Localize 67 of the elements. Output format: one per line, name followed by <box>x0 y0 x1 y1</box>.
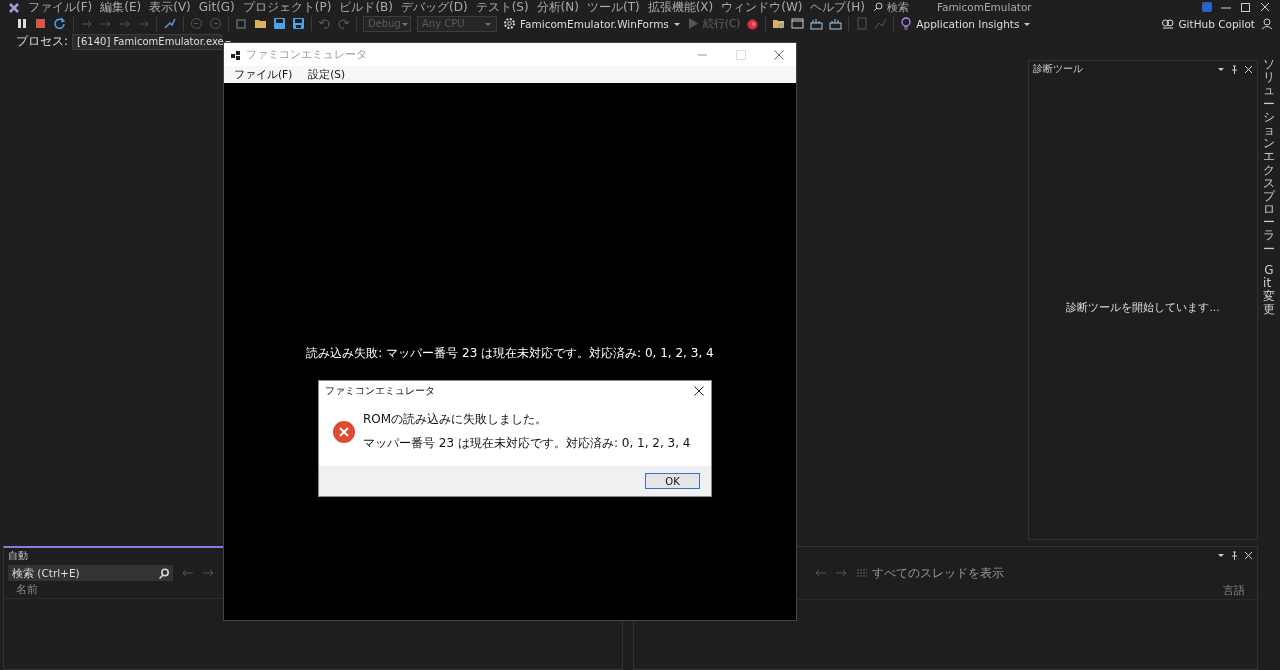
lightbulb-icon <box>900 17 913 30</box>
copilot-icon <box>1161 17 1175 30</box>
list-icon <box>856 568 868 578</box>
show-all-threads-button[interactable]: すべてのスレッドを表示 <box>856 564 1004 582</box>
menu-item[interactable]: ウィンドウ(W) <box>721 0 803 14</box>
stop-icon[interactable] <box>34 17 47 30</box>
solution-name: FamicomEmulator <box>936 0 1032 14</box>
dialog-title: ファミコンエミュレータ <box>325 384 435 398</box>
pin-icon[interactable] <box>1230 64 1239 74</box>
menu-item[interactable]: ビルド(B) <box>339 0 393 14</box>
menu-item[interactable]: 設定(S) <box>308 67 346 82</box>
error-icon <box>333 420 355 443</box>
play-icon <box>686 17 699 30</box>
hot-reload-icon[interactable] <box>163 17 177 30</box>
pause-icon[interactable] <box>16 17 28 30</box>
side-tab[interactable]: Git 変更 <box>1263 263 1275 317</box>
application-insights-button[interactable]: Application Insights <box>900 17 1032 30</box>
column-header: 名前 <box>16 583 38 597</box>
flame-icon[interactable] <box>746 17 760 30</box>
status-message: 読み込み失敗: マッパー番号 23 は現在未対応です。対応済み: 0, 1, 2, 3, 4 <box>306 345 714 361</box>
menu-item[interactable]: 表示(V) <box>149 0 191 14</box>
menu-item[interactable]: デバッグ(D) <box>401 0 468 14</box>
ok-button[interactable]: OK <box>645 473 700 489</box>
menu-item[interactable]: プロジェクト(P) <box>242 0 332 14</box>
menu-item[interactable]: ファイル(F) <box>28 0 93 14</box>
search-button[interactable]: 検索 <box>872 0 909 14</box>
search-icon <box>157 567 169 579</box>
undo-icon[interactable] <box>318 17 331 30</box>
side-tab[interactable]: ソリューションエクスプローラー <box>1263 58 1275 256</box>
process-label: プロセス: <box>16 33 69 50</box>
menu-item[interactable]: ヘルプ(H) <box>810 0 865 14</box>
close-icon[interactable] <box>694 386 704 396</box>
panel-title: 診断ツール <box>1033 62 1083 76</box>
copilot-button[interactable]: GitHub Copilot <box>1161 17 1255 30</box>
dialog-message: ROMの読み込みに失敗しました。 <box>363 411 549 428</box>
column-header: 言語 <box>1223 584 1245 598</box>
restart-icon[interactable] <box>53 17 67 30</box>
chart-icon[interactable] <box>810 17 824 30</box>
search-field[interactable]: 検索 (Ctrl+E) <box>8 565 153 581</box>
folder-search-icon[interactable] <box>772 17 786 30</box>
menu-item[interactable]: テスト(S) <box>475 0 529 14</box>
menu-item[interactable]: Git(G) <box>198 0 235 14</box>
menu-item[interactable]: ファイル(F) <box>234 67 293 82</box>
menu-item[interactable]: 拡張機能(X) <box>647 0 714 14</box>
menu-item[interactable]: 分析(N) <box>536 0 579 14</box>
startup-project-button[interactable]: FamicomEmulator.WinForms <box>503 17 681 30</box>
window-title: ファミコンエミュレータ <box>246 47 367 62</box>
panel-title: 自動 <box>8 549 28 563</box>
folder-icon[interactable] <box>254 17 267 30</box>
app-icon <box>231 49 240 60</box>
app-logo-icon <box>8 1 20 13</box>
maximize-icon[interactable] <box>1240 2 1252 12</box>
status-message: 診断ツールを開始しています... <box>1066 301 1220 315</box>
gear-icon <box>503 17 516 30</box>
menu-item[interactable]: 編集(E) <box>100 0 142 14</box>
chart-icon[interactable] <box>829 17 843 30</box>
window-icon[interactable] <box>791 17 805 30</box>
search-button[interactable] <box>153 565 173 581</box>
new-item-icon[interactable] <box>235 17 248 30</box>
save-icon[interactable] <box>273 17 286 30</box>
menu-item[interactable]: ツール(T) <box>586 0 640 14</box>
dialog-detail: マッパー番号 23 は現在未対応です。対応済み: 0, 1, 2, 3, 4 <box>363 435 691 452</box>
save-all-icon[interactable] <box>292 17 305 30</box>
pin-icon[interactable] <box>1230 550 1239 560</box>
close-icon[interactable] <box>1260 2 1272 12</box>
search-icon <box>872 2 883 12</box>
redo-icon[interactable] <box>337 17 350 30</box>
